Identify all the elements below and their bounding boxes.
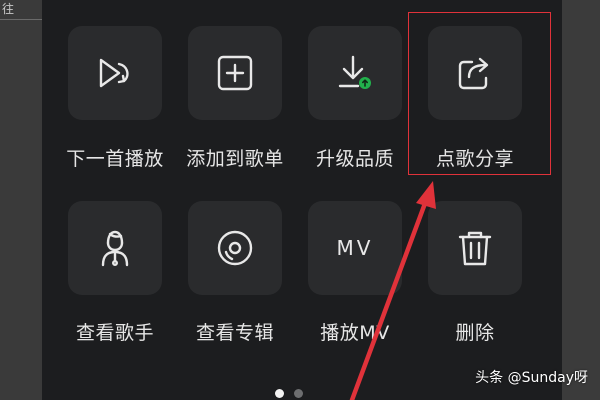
watermark: 头条 @Sunday呀 xyxy=(475,370,588,386)
play-next-button[interactable] xyxy=(68,26,162,120)
annotation-highlight-box xyxy=(408,12,551,175)
play-next-icon xyxy=(92,50,138,96)
upgrade-quality-button[interactable] xyxy=(308,26,402,120)
background-divider xyxy=(0,19,42,20)
view-album-button[interactable] xyxy=(188,201,282,295)
background-left-edge: 往 xyxy=(0,0,42,400)
play-mv-button[interactable]: MV xyxy=(308,201,402,295)
page-dot-active[interactable] xyxy=(275,389,284,398)
label-upgrade-quality: 升级品质 xyxy=(315,148,394,170)
add-to-playlist-button[interactable] xyxy=(188,26,282,120)
mv-icon: MV xyxy=(336,236,374,260)
page-dot[interactable] xyxy=(294,389,303,398)
label-add-to-playlist: 添加到歌单 xyxy=(186,148,284,170)
background-text-fragment: 往 xyxy=(2,2,15,16)
view-artist-button[interactable] xyxy=(68,201,162,295)
page-indicator xyxy=(275,389,303,398)
background-right-edge xyxy=(562,0,600,400)
label-view-album: 查看专辑 xyxy=(195,322,274,344)
download-upgrade-icon xyxy=(332,50,378,96)
trash-icon xyxy=(452,225,498,271)
screen: 往 下一首播放 添加到歌单 升级品质 点歌分享 查看歌手 查看专辑 MV 播放M… xyxy=(0,0,600,400)
add-square-icon xyxy=(212,50,258,96)
artist-icon xyxy=(92,225,138,271)
delete-button[interactable] xyxy=(428,201,522,295)
label-view-artist: 查看歌手 xyxy=(75,322,154,344)
label-play-next: 下一首播放 xyxy=(66,148,164,170)
album-disc-icon xyxy=(212,225,258,271)
label-delete: 删除 xyxy=(455,322,495,344)
label-play-mv: 播放MV xyxy=(320,322,390,344)
